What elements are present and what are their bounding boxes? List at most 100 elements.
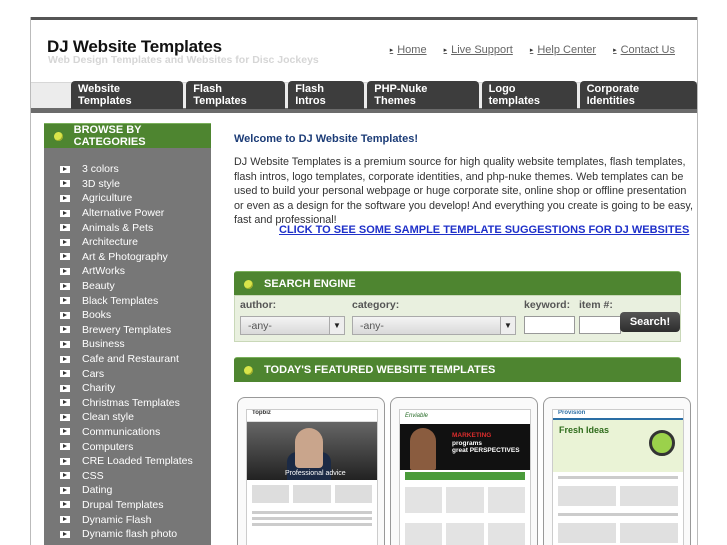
- green-bar: [405, 472, 525, 480]
- category-item[interactable]: Charity: [44, 381, 211, 396]
- preview-logo: Enviable: [405, 413, 429, 419]
- help-center-link[interactable]: ▸ Help Center: [530, 44, 596, 56]
- preview-columns: [553, 520, 683, 545]
- home-link[interactable]: ▸ Home: [390, 44, 427, 56]
- bullet-icon: [54, 131, 63, 141]
- arrow-box-icon: [60, 180, 70, 188]
- category-item[interactable]: Communications: [44, 425, 211, 440]
- search-button[interactable]: Search!: [620, 312, 680, 332]
- template-preview: Topbiz Professional advice: [246, 409, 378, 545]
- arrow-icon: ▸: [613, 47, 617, 54]
- category-item[interactable]: Computers: [44, 439, 211, 454]
- tab-website-templates[interactable]: Website Templates: [71, 81, 184, 109]
- template-preview: Provision Fresh Ideas: [552, 409, 684, 545]
- person-image: [295, 428, 323, 468]
- arrow-box-icon: [60, 282, 70, 290]
- category-label: category:: [352, 299, 400, 311]
- category-item[interactable]: Art & Photography: [44, 250, 211, 265]
- magnifier-leaf-icon: [649, 430, 675, 456]
- tab-php-nuke-themes[interactable]: PHP-Nuke Themes: [367, 81, 479, 109]
- category-item[interactable]: Books: [44, 308, 211, 323]
- bullet-icon: [244, 365, 253, 375]
- intro-paragraph: DJ Website Templates is a premium source…: [234, 156, 693, 227]
- arrow-box-icon: [60, 399, 70, 407]
- arrow-box-icon: [60, 516, 70, 524]
- category-item[interactable]: Agriculture: [44, 191, 211, 206]
- sample-templates-link[interactable]: CLICK TO SEE SOME SAMPLE TEMPLATE SUGGES…: [279, 224, 689, 236]
- arrow-icon: ▸: [529, 47, 534, 54]
- category-item[interactable]: Business: [44, 337, 211, 352]
- preview-columns: [400, 482, 530, 518]
- category-item[interactable]: Alternative Power: [44, 206, 211, 221]
- bullet-icon: [244, 279, 253, 289]
- arrow-box-icon: [60, 457, 70, 465]
- featured-thumbnails: Topbiz Professional advice Enviable MARK…: [237, 397, 691, 545]
- arrow-box-icon: [60, 384, 70, 392]
- category-item[interactable]: Beauty: [44, 279, 211, 294]
- arrow-box-icon: [60, 267, 70, 275]
- preview-hero: Professional advice: [247, 422, 377, 480]
- text-line: [252, 523, 372, 526]
- category-item[interactable]: CSS: [44, 468, 211, 483]
- preview-hero: MARKETING programs great PERSPECTIVES: [400, 424, 530, 470]
- arrow-icon: ▸: [443, 47, 448, 54]
- category-item[interactable]: Clean style: [44, 410, 211, 425]
- keyword-input[interactable]: [524, 316, 575, 334]
- arrow-box-icon: [60, 326, 70, 334]
- arrow-box-icon: [60, 297, 70, 305]
- category-item[interactable]: Christmas Templates: [44, 396, 211, 411]
- item-number-input[interactable]: [579, 316, 621, 334]
- author-label: author:: [240, 299, 277, 311]
- category-item[interactable]: Black Templates: [44, 293, 211, 308]
- tab-corporate-identities[interactable]: Corporate Identities: [579, 81, 697, 109]
- preview-slogan: MARKETING programs great PERSPECTIVES: [452, 432, 520, 454]
- top-links: ▸ Home ▸ Live Support ▸ Help Center ▸ Contac…: [390, 44, 675, 56]
- category-item[interactable]: Dynamic flash photo: [44, 527, 211, 542]
- category-item[interactable]: Brewery Templates: [44, 323, 211, 338]
- category-item[interactable]: Dynamic Flash: [44, 512, 211, 527]
- preview-columns: [400, 518, 530, 545]
- featured-template-3[interactable]: Provision Fresh Ideas: [543, 397, 691, 545]
- category-item[interactable]: Cars: [44, 366, 211, 381]
- category-item[interactable]: Dating: [44, 483, 211, 498]
- arrow-box-icon: [60, 530, 70, 538]
- dropdown-arrow-icon: ▼: [329, 317, 344, 334]
- top-border: [31, 17, 697, 20]
- category-item[interactable]: Animals & Pets: [44, 220, 211, 235]
- category-item[interactable]: 3 colors: [44, 162, 211, 177]
- arrow-box-icon: [60, 443, 70, 451]
- arrow-box-icon: [60, 194, 70, 202]
- keyword-label: keyword:: [524, 299, 571, 311]
- arrow-box-icon: [60, 165, 70, 173]
- welcome-heading: Welcome to DJ Website Templates!: [234, 133, 418, 145]
- contact-us-link[interactable]: ▸ Contact Us: [613, 44, 675, 56]
- arrow-box-icon: [60, 370, 70, 378]
- category-item[interactable]: Architecture: [44, 235, 211, 250]
- page-frame: DJ Website Templates Web Design Template…: [30, 17, 698, 545]
- tab-flash-templates[interactable]: Flash Templates: [186, 81, 286, 109]
- person-image: [410, 428, 436, 470]
- preview-columns: [553, 483, 683, 509]
- category-item[interactable]: CRE Loaded Templates: [44, 454, 211, 469]
- tab-logo-templates[interactable]: Logo templates: [481, 81, 577, 109]
- category-item[interactable]: ArtWorks: [44, 264, 211, 279]
- search-engine-heading: SEARCH ENGINE: [234, 271, 681, 296]
- category-item[interactable]: Drupal Templates: [44, 498, 211, 513]
- author-select[interactable]: -any- ▼: [240, 316, 345, 335]
- tab-flash-intros[interactable]: Flash Intros: [288, 81, 365, 109]
- template-preview: Enviable MARKETING programs great PERSPE…: [399, 409, 531, 545]
- featured-template-1[interactable]: Topbiz Professional advice: [237, 397, 385, 545]
- item-number-label: item #:: [579, 299, 613, 311]
- category-item[interactable]: Cafe and Restaurant: [44, 352, 211, 367]
- featured-templates-heading: TODAY'S FEATURED WEBSITE TEMPLATES: [234, 357, 681, 382]
- arrow-box-icon: [60, 355, 70, 363]
- arrow-box-icon: [60, 238, 70, 246]
- category-select[interactable]: -any- ▼: [352, 316, 516, 335]
- category-item[interactable]: 3D style: [44, 177, 211, 192]
- preview-logo: Provision: [553, 410, 683, 420]
- featured-template-2[interactable]: Enviable MARKETING programs great PERSPE…: [390, 397, 538, 545]
- live-support-link[interactable]: ▸ Live Support: [444, 44, 513, 56]
- preview-columns: [247, 480, 377, 508]
- site-subtitle: Web Design Templates and Websites for Di…: [48, 54, 319, 66]
- category-list: 3 colors 3D style Agriculture Alternativ…: [44, 148, 211, 541]
